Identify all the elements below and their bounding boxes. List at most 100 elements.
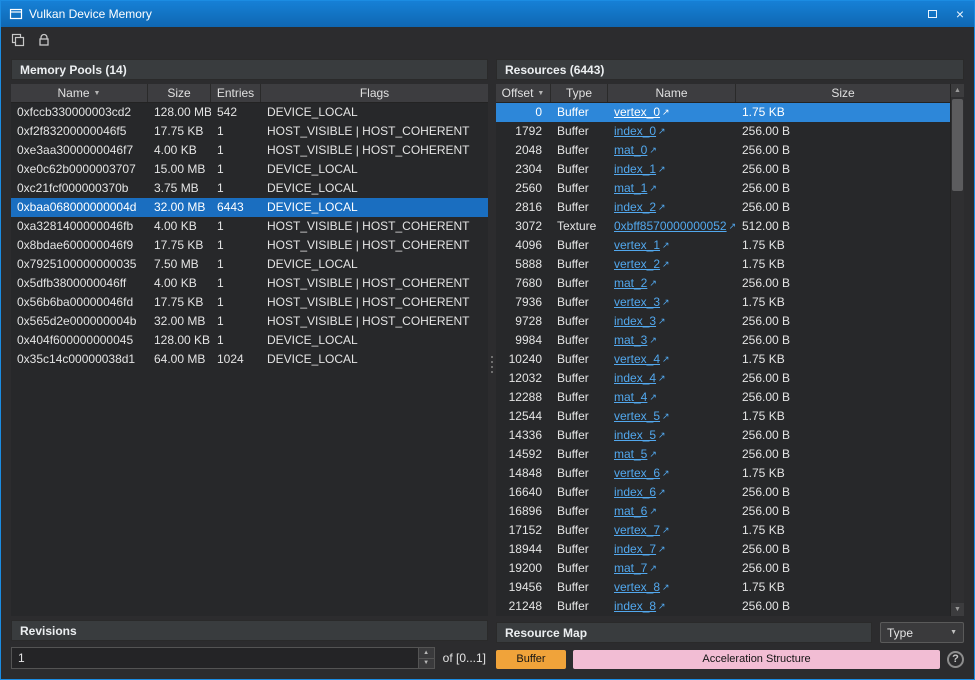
- resource-link[interactable]: vertex_1: [614, 238, 660, 252]
- cell-offset: 4096: [496, 236, 551, 255]
- legend-buffer[interactable]: Buffer: [496, 650, 566, 669]
- resource-row[interactable]: 7680 Buffer mat_2↗ 256.00 B: [496, 274, 950, 293]
- panel-splitter[interactable]: [488, 59, 496, 669]
- cell-type: Buffer: [551, 312, 608, 331]
- column-header-name[interactable]: Name ▼: [11, 84, 148, 102]
- memory-pool-row[interactable]: 0x35c14c00000038d1 64.00 MB 1024 DEVICE_…: [11, 350, 488, 369]
- resource-link[interactable]: vertex_8: [614, 580, 660, 594]
- resource-row[interactable]: 2560 Buffer mat_1↗ 256.00 B: [496, 179, 950, 198]
- resource-row[interactable]: 0 Buffer vertex_0↗ 1.75 KB: [496, 103, 950, 122]
- resource-link[interactable]: index_2: [614, 200, 656, 214]
- memory-pool-row[interactable]: 0xa3281400000046fb 4.00 KB 1 HOST_VISIBL…: [11, 217, 488, 236]
- resource-row[interactable]: 17152 Buffer vertex_7↗ 1.75 KB: [496, 521, 950, 540]
- clone-window-button[interactable]: [7, 30, 29, 50]
- resource-row[interactable]: 12032 Buffer index_4↗ 256.00 B: [496, 369, 950, 388]
- resource-link[interactable]: mat_2: [614, 276, 647, 290]
- memory-pool-row[interactable]: 0x8bdae600000046f9 17.75 KB 1 HOST_VISIB…: [11, 236, 488, 255]
- resource-row[interactable]: 1792 Buffer index_0↗ 256.00 B: [496, 122, 950, 141]
- memory-pool-row[interactable]: 0x565d2e000000004b 32.00 MB 1 HOST_VISIB…: [11, 312, 488, 331]
- memory-pool-row[interactable]: 0x56b6ba00000046fd 17.75 KB 1 HOST_VISIB…: [11, 293, 488, 312]
- resource-row[interactable]: 3072 Texture 0xbff8570000000052↗ 512.00 …: [496, 217, 950, 236]
- column-header-size[interactable]: Size: [736, 84, 950, 102]
- resource-row[interactable]: 16640 Buffer index_6↗ 256.00 B: [496, 483, 950, 502]
- maximize-button[interactable]: [918, 1, 946, 27]
- resource-row[interactable]: 12544 Buffer vertex_5↗ 1.75 KB: [496, 407, 950, 426]
- scroll-down-button[interactable]: ▼: [951, 603, 964, 616]
- scroll-up-button[interactable]: ▲: [951, 84, 964, 97]
- resource-row[interactable]: 9728 Buffer index_3↗ 256.00 B: [496, 312, 950, 331]
- resource-link[interactable]: mat_3: [614, 333, 647, 347]
- resource-link[interactable]: mat_4: [614, 390, 647, 404]
- resource-link[interactable]: mat_1: [614, 181, 647, 195]
- resource-link[interactable]: vertex_6: [614, 466, 660, 480]
- external-link-icon: ↗: [658, 126, 666, 136]
- resource-link[interactable]: mat_7: [614, 561, 647, 575]
- resource-link[interactable]: index_4: [614, 371, 656, 385]
- memory-pool-row[interactable]: 0xbaa068000000004d 32.00 MB 6443 DEVICE_…: [11, 198, 488, 217]
- resource-row[interactable]: 19200 Buffer mat_7↗ 256.00 B: [496, 559, 950, 578]
- resources-scrollbar[interactable]: ▲ ▼: [950, 84, 964, 616]
- resource-link[interactable]: mat_0: [614, 143, 647, 157]
- resource-link[interactable]: mat_6: [614, 504, 647, 518]
- resource-row[interactable]: 7936 Buffer vertex_3↗ 1.75 KB: [496, 293, 950, 312]
- memory-pool-row[interactable]: 0x404f600000000045 128.00 KB 1 DEVICE_LO…: [11, 331, 488, 350]
- spin-down-button[interactable]: ▼: [419, 659, 434, 669]
- resource-row[interactable]: 4096 Buffer vertex_1↗ 1.75 KB: [496, 236, 950, 255]
- resource-row[interactable]: 10240 Buffer vertex_4↗ 1.75 KB: [496, 350, 950, 369]
- resource-link[interactable]: vertex_4: [614, 352, 660, 366]
- external-link-icon: ↗: [662, 582, 670, 592]
- help-icon[interactable]: ?: [947, 651, 964, 668]
- resource-row[interactable]: 2816 Buffer index_2↗ 256.00 B: [496, 198, 950, 217]
- resource-link[interactable]: 0xbff8570000000052: [614, 219, 727, 233]
- resource-link[interactable]: vertex_3: [614, 295, 660, 309]
- resource-row[interactable]: 19456 Buffer vertex_8↗ 1.75 KB: [496, 578, 950, 597]
- column-header-type[interactable]: Type: [551, 84, 608, 102]
- resource-link[interactable]: index_0: [614, 124, 656, 138]
- resource-link[interactable]: vertex_5: [614, 409, 660, 423]
- memory-pool-row[interactable]: 0x5dfb3800000046ff 4.00 KB 1 HOST_VISIBL…: [11, 274, 488, 293]
- titlebar[interactable]: Vulkan Device Memory ×: [1, 1, 974, 27]
- cell-name: 0x7925100000000035: [11, 255, 148, 274]
- resource-link[interactable]: vertex_7: [614, 523, 660, 537]
- resource-row[interactable]: 9984 Buffer mat_3↗ 256.00 B: [496, 331, 950, 350]
- resource-row[interactable]: 16896 Buffer mat_6↗ 256.00 B: [496, 502, 950, 521]
- spin-up-button[interactable]: ▲: [419, 648, 434, 659]
- memory-pool-row[interactable]: 0x7925100000000035 7.50 MB 1 DEVICE_LOCA…: [11, 255, 488, 274]
- column-header-offset[interactable]: Offset ▼: [496, 84, 551, 102]
- resource-link[interactable]: index_5: [614, 428, 656, 442]
- column-header-entries[interactable]: Entries: [211, 84, 261, 102]
- resource-link[interactable]: vertex_2: [614, 257, 660, 271]
- column-header-size[interactable]: Size: [148, 84, 211, 102]
- resource-row[interactable]: 14592 Buffer mat_5↗ 256.00 B: [496, 445, 950, 464]
- resource-link[interactable]: vertex_0: [614, 105, 660, 119]
- memory-pool-row[interactable]: 0xe3aa3000000046f7 4.00 KB 1 HOST_VISIBL…: [11, 141, 488, 160]
- scrollbar-thumb[interactable]: [952, 99, 963, 191]
- column-header-name[interactable]: Name: [608, 84, 736, 102]
- resource-row[interactable]: 18944 Buffer index_7↗ 256.00 B: [496, 540, 950, 559]
- resource-row[interactable]: 2048 Buffer mat_0↗ 256.00 B: [496, 141, 950, 160]
- resource-link[interactable]: mat_5: [614, 447, 647, 461]
- revision-spinbox[interactable]: 1 ▲ ▼: [11, 647, 435, 669]
- legend-acceleration-structure[interactable]: Acceleration Structure: [573, 650, 940, 669]
- lock-button[interactable]: [33, 30, 55, 50]
- close-button[interactable]: ×: [946, 1, 974, 27]
- resource-row[interactable]: 14336 Buffer index_5↗ 256.00 B: [496, 426, 950, 445]
- resource-link[interactable]: index_6: [614, 485, 656, 499]
- resource-map-type-dropdown[interactable]: Type ▼: [880, 622, 964, 643]
- memory-pool-row[interactable]: 0xf2f83200000046f5 17.75 KB 1 HOST_VISIB…: [11, 122, 488, 141]
- resource-row[interactable]: 12288 Buffer mat_4↗ 256.00 B: [496, 388, 950, 407]
- memory-pool-row[interactable]: 0xc21fcf000000370b 3.75 MB 1 DEVICE_LOCA…: [11, 179, 488, 198]
- memory-pool-row[interactable]: 0xe0c62b0000003707 15.00 MB 1 DEVICE_LOC…: [11, 160, 488, 179]
- external-link-icon: ↗: [662, 468, 670, 478]
- resource-row[interactable]: 5888 Buffer vertex_2↗ 1.75 KB: [496, 255, 950, 274]
- resource-link[interactable]: index_8: [614, 599, 656, 613]
- resource-row[interactable]: 2304 Buffer index_1↗ 256.00 B: [496, 160, 950, 179]
- resource-link[interactable]: index_1: [614, 162, 656, 176]
- resource-link[interactable]: index_3: [614, 314, 656, 328]
- resource-row[interactable]: 21248 Buffer index_8↗ 256.00 B: [496, 597, 950, 616]
- resource-link[interactable]: index_7: [614, 542, 656, 556]
- column-header-flags[interactable]: Flags: [261, 84, 488, 102]
- resource-row[interactable]: 14848 Buffer vertex_6↗ 1.75 KB: [496, 464, 950, 483]
- cell-flags: HOST_VISIBLE | HOST_COHERENT: [261, 293, 488, 312]
- memory-pool-row[interactable]: 0xfccb330000003cd2 128.00 MB 542 DEVICE_…: [11, 103, 488, 122]
